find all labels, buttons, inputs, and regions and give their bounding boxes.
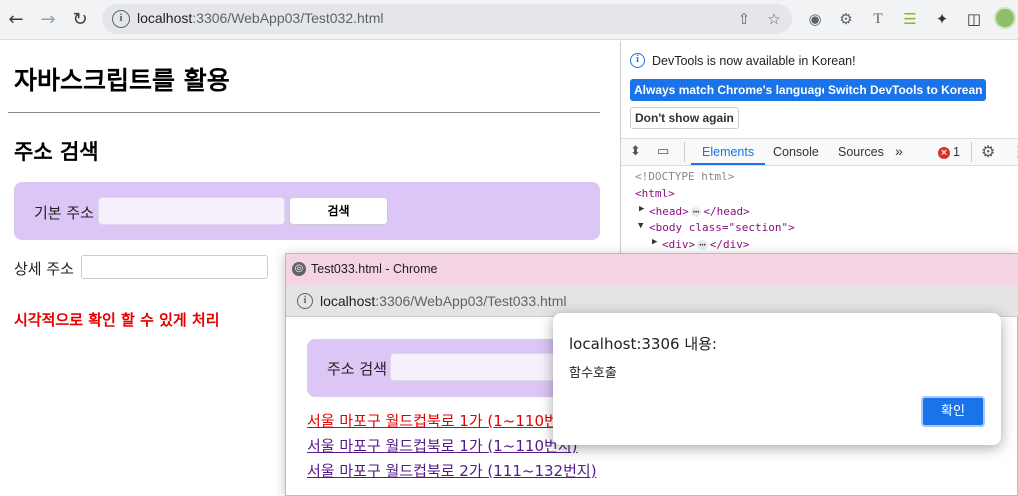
alert-suffix: 내용:: [679, 335, 717, 353]
profile-avatar[interactable]: [994, 7, 1016, 29]
ellipsis-icon[interactable]: ⋯: [697, 239, 708, 250]
active-tab-indicator: [691, 163, 765, 165]
error-icon[interactable]: ×: [938, 147, 950, 159]
section-title: 주소 검색: [14, 140, 99, 164]
url-text[interactable]: localhost:3306/WebApp03/Test032.html: [137, 10, 383, 26]
gear-extension-icon[interactable]: ⚙: [836, 9, 856, 29]
puzzle-extensions-icon[interactable]: ✦: [932, 9, 952, 29]
inspect-element-icon[interactable]: ⬍: [630, 144, 641, 159]
page-title: 자바스크립트를 활용: [14, 66, 230, 95]
collapse-triangle-icon[interactable]: ▼: [638, 221, 643, 231]
ellipsis-icon[interactable]: ⋯: [690, 206, 702, 217]
info-icon[interactable]: i: [112, 10, 130, 28]
bookmark-star-icon[interactable]: ☆: [764, 9, 784, 29]
browser-toolbar: ← → ↻ i localhost:3306/WebApp03/Test032.…: [0, 0, 1018, 40]
code-head-row[interactable]: <head> ⋯ </head>: [649, 205, 750, 218]
alert-dialog: localhost:3306 내용: 함수호출 확인: [553, 313, 1001, 445]
address-link-1[interactable]: 서울 마포구 월드컵북로 1가 (1~110번지): [307, 410, 577, 431]
tab-separator-2: [971, 142, 972, 162]
alert-host: localhost:3306: [569, 335, 680, 353]
info-icon[interactable]: i: [297, 293, 313, 309]
camera-extension-icon[interactable]: ◉: [805, 9, 825, 29]
switch-to-korean-button[interactable]: Switch DevTools to Korean: [824, 79, 987, 101]
expand-triangle-icon[interactable]: ▶: [639, 204, 644, 214]
side-panel-icon[interactable]: ◫: [964, 9, 984, 29]
visual-note: 시각적으로 확인 할 수 있게 처리: [14, 311, 220, 329]
forward-arrow-icon[interactable]: →: [36, 8, 60, 32]
code-head-open: <head>: [649, 205, 689, 218]
popup-title: Test033.html - Chrome: [311, 262, 438, 276]
device-toolbar-icon[interactable]: ▭: [657, 144, 669, 159]
info-icon: i: [630, 53, 645, 68]
alert-message: 함수호출: [569, 366, 617, 381]
popup-url-path: :3306/WebApp03/Test033.html: [375, 293, 567, 309]
tab-elements[interactable]: Elements: [702, 145, 754, 159]
tab-sources[interactable]: Sources: [838, 145, 884, 159]
alert-heading: localhost:3306 내용:: [569, 333, 717, 354]
address-link-3[interactable]: 서울 마포구 월드컵북로 2가 (111~132번지): [307, 460, 597, 481]
code-html: <html>: [635, 187, 675, 200]
settings-gear-icon[interactable]: ⚙: [981, 142, 995, 162]
reload-icon[interactable]: ↻: [68, 8, 92, 32]
url-host: localhost: [137, 10, 193, 26]
search-button[interactable]: 검색: [289, 197, 388, 225]
divider: [8, 112, 600, 113]
tab-console[interactable]: Console: [773, 145, 819, 159]
tab-separator: [684, 142, 685, 162]
basic-address-label: 기본 주소: [34, 204, 94, 222]
popup-url[interactable]: localhost:3306/WebApp03/Test033.html: [320, 293, 566, 309]
address-bar[interactable]: i localhost:3306/WebApp03/Test032.html ⇧…: [102, 4, 792, 34]
ladder-extension-icon[interactable]: ☰: [900, 9, 920, 29]
code-div-open: <div>: [662, 238, 696, 251]
expand-triangle-icon[interactable]: ▶: [652, 237, 657, 247]
code-body[interactable]: <body class="section">: [649, 221, 795, 234]
more-options-icon[interactable]: ⋮: [1011, 142, 1018, 160]
code-head-close: </head>: [703, 205, 750, 218]
ok-button[interactable]: 확인: [921, 396, 985, 427]
globe-icon: ◎: [292, 262, 306, 276]
popup-titlebar: ◎ Test033.html - Chrome: [286, 254, 1018, 285]
error-count[interactable]: 1: [953, 145, 960, 159]
always-match-language-button[interactable]: Always match Chrome's language: [630, 79, 833, 101]
back-arrow-icon[interactable]: ←: [4, 8, 28, 32]
detail-address-input[interactable]: [81, 255, 268, 279]
detail-address-label: 상세 주소: [14, 260, 74, 278]
code-div-row[interactable]: <div> ⋯ </div>: [662, 238, 750, 251]
url-path: :3306/WebApp03/Test032.html: [192, 10, 384, 26]
popup-url-host: localhost: [320, 293, 376, 309]
code-div-close: </div>: [709, 238, 750, 251]
address-link-2[interactable]: 서울 마포구 월드컵북로 1가 (1~110번지): [307, 435, 577, 456]
share-icon[interactable]: ⇧: [734, 9, 754, 29]
code-doctype: <!DOCTYPE html>: [635, 170, 735, 183]
more-tabs-chevron-icon[interactable]: »: [895, 143, 903, 159]
dont-show-again-button[interactable]: Don't show again: [630, 107, 739, 129]
basic-address-input[interactable]: [98, 197, 285, 225]
search-box: 기본 주소 검색: [14, 182, 600, 240]
devtools-banner: DevTools is now available in Korean!: [652, 54, 856, 68]
text-extension-icon[interactable]: T: [868, 9, 888, 29]
popup-search-label: 주소 검색: [327, 360, 387, 378]
